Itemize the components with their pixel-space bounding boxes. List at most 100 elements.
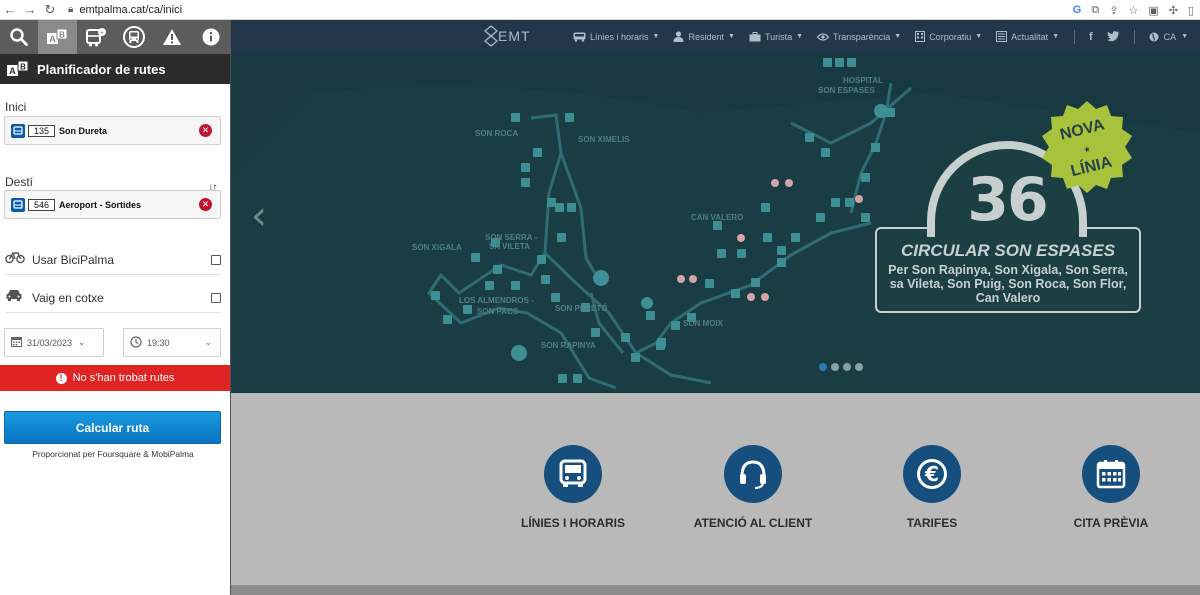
svg-text:SON XIMELIS: SON XIMELIS: [578, 135, 630, 144]
headset-icon: [724, 445, 782, 503]
clear-origin-icon[interactable]: ✕: [199, 124, 212, 137]
promo-line-36[interactable]: 36 CIRCULAR SON ESPASES Per Son Rapinya,…: [875, 93, 1175, 313]
menu-corporate[interactable]: Corporatiu ▼: [915, 31, 982, 42]
logo-text: EMT: [498, 28, 531, 44]
planner-header: AB Planificador de rutes: [0, 54, 230, 84]
tab-route-planner[interactable]: AB: [38, 20, 77, 54]
user-icon: [673, 31, 684, 42]
svg-text:B: B: [60, 31, 66, 40]
time-picker[interactable]: 19:30 ⌄: [123, 328, 221, 357]
tab-lines[interactable]: [115, 20, 153, 54]
share-icon[interactable]: ⇪: [1109, 4, 1118, 17]
chevron-down-icon: ⌄: [204, 337, 212, 347]
car-option[interactable]: Vaig en cotxe: [5, 283, 221, 313]
url-text: emtpalma.cat/ca/inici: [79, 3, 183, 16]
hero-slider: HOSPITAL SON ESPASES SON ROCA SON XIMELIS…: [231, 53, 1200, 393]
divider: [1074, 29, 1075, 44]
globe-icon: [1149, 32, 1159, 41]
euro-icon: €: [903, 445, 961, 503]
line-number: 36: [967, 165, 1048, 235]
menu-news[interactable]: Actualitat ▼: [996, 31, 1059, 42]
svg-text:SON MOIX: SON MOIX: [683, 319, 724, 328]
service-fares[interactable]: € TARIFES: [852, 445, 1012, 530]
sidebar-icon[interactable]: ▯: [1188, 4, 1194, 17]
menu-label: Línies i horaris: [590, 31, 649, 42]
destination-stop-code: 546: [28, 198, 56, 211]
error-message: No s'han trobat rutes: [72, 372, 175, 384]
bus-icon: [544, 445, 602, 503]
service-label: TARIFES: [906, 516, 958, 530]
bicipalma-label: Usar BiciPalma: [32, 252, 115, 267]
slider-dot[interactable]: [819, 363, 827, 371]
service-appointment[interactable]: CITA PRÈVIA: [1031, 445, 1191, 530]
bicipalma-checkbox[interactable]: [211, 254, 221, 265]
slider-dot[interactable]: [843, 363, 851, 371]
date-picker[interactable]: 31/03/2023 ⌄: [4, 328, 104, 357]
menu-label: Transparència: [833, 31, 891, 42]
forward-icon[interactable]: →: [20, 0, 40, 20]
bicycle-icon: [5, 250, 27, 269]
search-icon: [10, 28, 29, 46]
svg-text:SON SERRA -: SON SERRA -: [485, 233, 537, 242]
service-label: LÍNIES I HORARIS: [520, 516, 625, 530]
clear-destination-icon[interactable]: ✕: [199, 198, 212, 211]
menu-label: Actualitat: [1011, 31, 1049, 42]
bus-icon: [11, 123, 25, 138]
facebook-icon[interactable]: f: [1089, 31, 1093, 43]
menu-label: Corporatiu: [929, 31, 972, 42]
bookmark-star-icon[interactable]: ☆: [1128, 4, 1138, 17]
tab-stops[interactable]: +: [77, 20, 115, 54]
menu-label: Turista: [764, 31, 793, 42]
menu-resident[interactable]: Resident ▼: [673, 31, 735, 42]
bus-stop-icon: +: [85, 28, 106, 47]
route-ab-icon: AB: [7, 61, 29, 76]
reload-icon[interactable]: ↻: [40, 0, 60, 20]
slider-prev-icon[interactable]: ‹: [251, 193, 267, 239]
service-label: CITA PRÈVIA: [1073, 516, 1149, 530]
newspaper-icon: [996, 31, 1008, 42]
translate-icon[interactable]: ⧉: [1091, 4, 1099, 17]
time-value: 19:30: [147, 337, 170, 348]
origin-field[interactable]: 135 Son Dureta ✕: [4, 116, 221, 145]
back-icon[interactable]: ←: [0, 0, 20, 20]
clock-icon: [130, 335, 142, 350]
tab-info[interactable]: [192, 20, 230, 54]
tab-search[interactable]: [0, 20, 38, 54]
svg-text:€: €: [924, 462, 939, 486]
google-icon[interactable]: G: [1073, 4, 1082, 16]
emt-logo[interactable]: EMT: [484, 25, 531, 47]
car-label: Vaig en cotxe: [32, 290, 104, 305]
svg-text:SA VILETA: SA VILETA: [489, 242, 530, 251]
destination-field[interactable]: 546 Aeroport - Sortides ✕: [4, 190, 221, 219]
origin-stop-name: Son Dureta: [59, 125, 108, 136]
slider-dot[interactable]: [831, 363, 839, 371]
caret-down-icon: ▼: [894, 33, 902, 40]
emt-logo-mark: [484, 25, 498, 47]
svg-text:A: A: [9, 66, 16, 76]
car-checkbox[interactable]: [211, 292, 221, 303]
twitter-icon[interactable]: [1106, 31, 1120, 42]
warning-icon: [163, 29, 182, 45]
service-lines-schedules[interactable]: LÍNIES I HORARIS: [493, 445, 653, 530]
bicipalma-option[interactable]: Usar BiciPalma: [5, 245, 221, 275]
social-links: f CA ▼: [1074, 20, 1188, 53]
extension-icon[interactable]: ▣: [1148, 4, 1158, 17]
menu-transparency[interactable]: Transparència ▼: [817, 32, 901, 42]
date-value: 31/03/2023: [27, 337, 73, 348]
slider-pagination: [819, 363, 863, 371]
puzzle-icon[interactable]: ✣: [1169, 4, 1178, 17]
language-selector[interactable]: CA ▼: [1149, 32, 1188, 42]
chevron-down-icon: ⌄: [78, 337, 86, 347]
menu-lines-schedules[interactable]: Línies i horaris ▼: [573, 32, 659, 42]
svg-text:SON ROCA: SON ROCA: [475, 129, 518, 138]
tab-alerts[interactable]: [153, 20, 191, 54]
service-label: ATENCIÓ AL CLIENT: [693, 516, 813, 530]
calculate-route-button[interactable]: Calcular ruta: [4, 411, 221, 444]
slider-dot[interactable]: [855, 363, 863, 371]
menu-tourist[interactable]: Turista ▼: [749, 31, 803, 42]
calendar-icon: [1082, 445, 1140, 503]
caret-down-icon: ▼: [1052, 33, 1060, 40]
address-bar[interactable]: 🔒︎ emtpalma.cat/ca/inici: [68, 2, 182, 18]
service-customer-support[interactable]: ATENCIÓ AL CLIENT: [673, 445, 833, 530]
bus-icon: [11, 197, 25, 212]
